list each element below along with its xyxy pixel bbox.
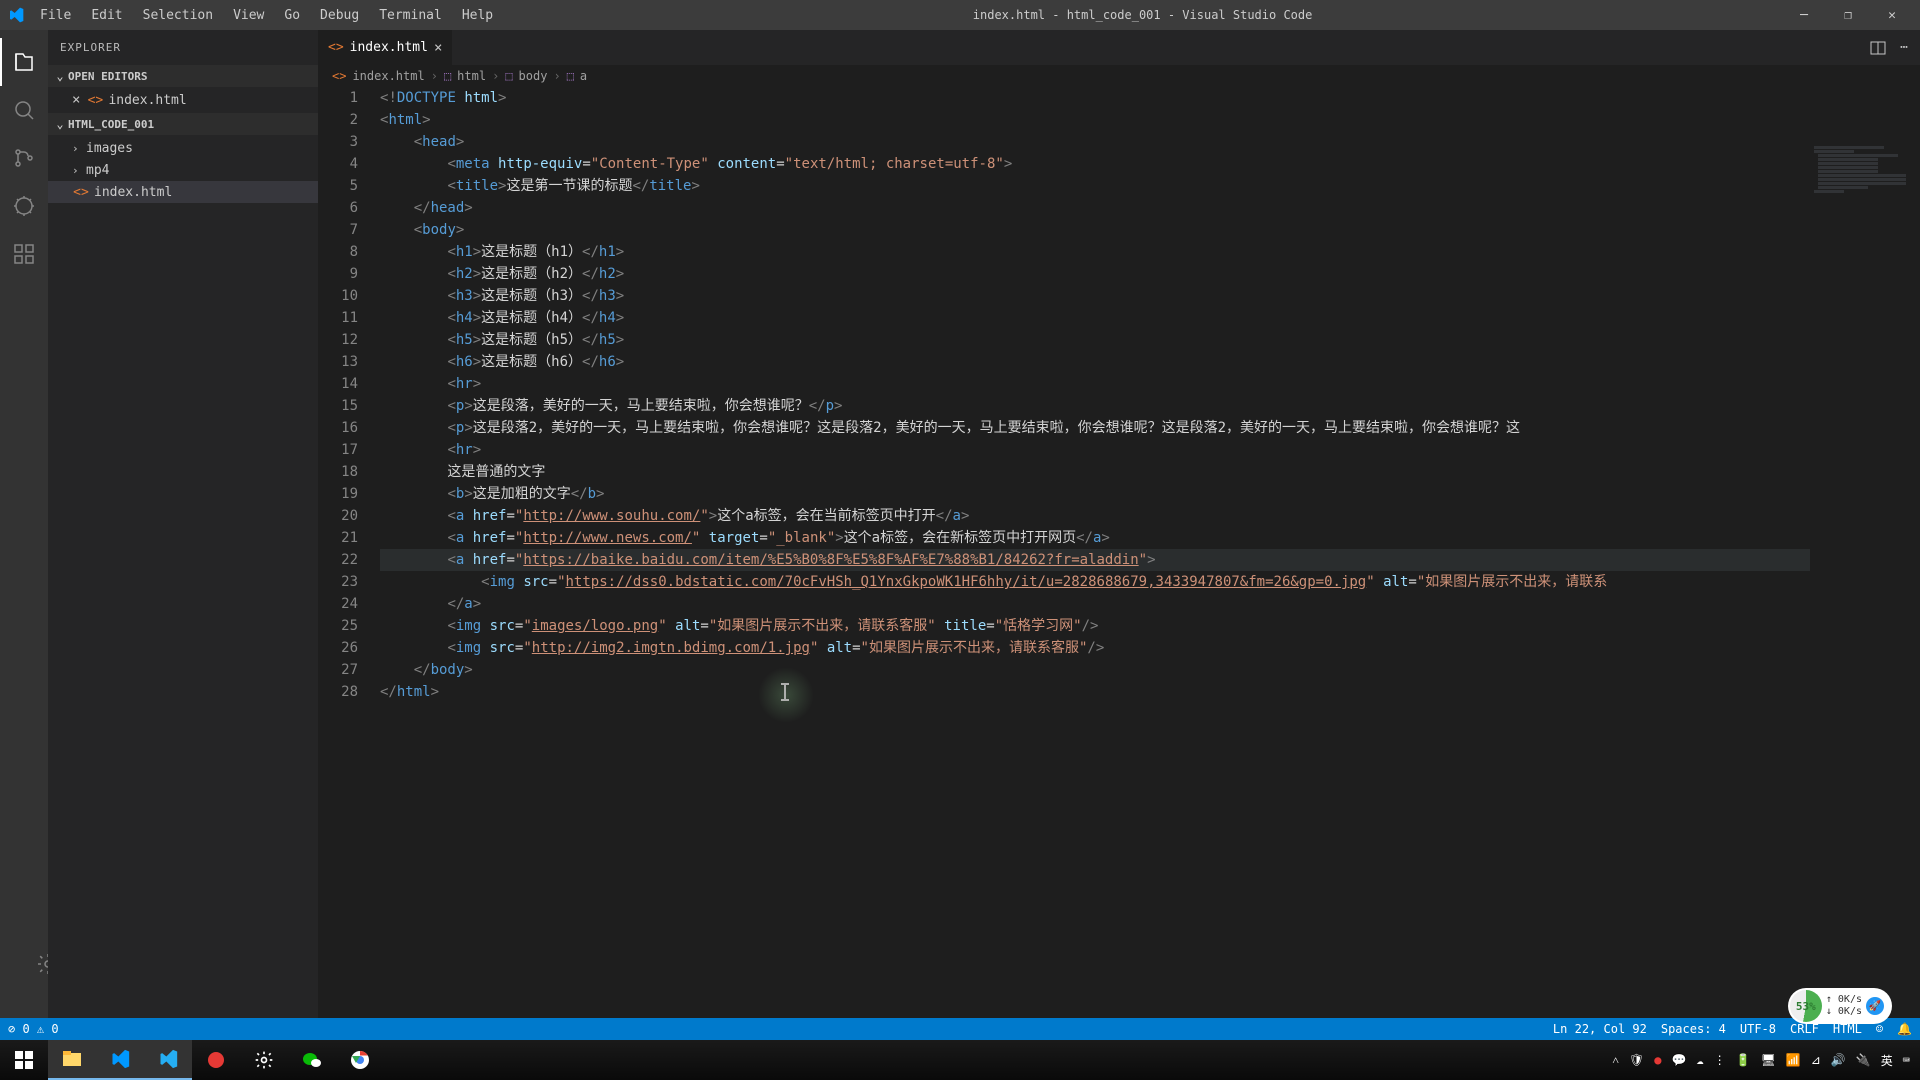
extensions-icon[interactable] xyxy=(0,230,48,278)
text-cursor-icon xyxy=(784,683,786,701)
taskbar-wechat-icon[interactable] xyxy=(288,1040,336,1080)
tray-volume-icon[interactable]: 🔊 xyxy=(1831,1053,1846,1067)
source-control-icon[interactable] xyxy=(0,134,48,182)
more-actions-icon[interactable]: ⋯ xyxy=(1900,40,1908,55)
status-encoding[interactable]: UTF-8 xyxy=(1740,1022,1776,1036)
status-feedback-icon[interactable]: ☺ xyxy=(1876,1022,1883,1036)
perf-percent: 53% xyxy=(1790,990,1822,1022)
close-button[interactable]: ✕ xyxy=(1872,8,1912,23)
explorer-icon[interactable] xyxy=(0,38,48,86)
menu-selection[interactable]: Selection xyxy=(135,4,221,27)
taskbar-settings-icon[interactable] xyxy=(240,1040,288,1080)
tray-record-icon[interactable]: ● xyxy=(1654,1053,1661,1067)
element-icon: ⬚ xyxy=(567,69,574,83)
status-lang[interactable]: HTML xyxy=(1833,1022,1862,1036)
tray-ime[interactable]: 英 xyxy=(1881,1052,1893,1069)
menu-help[interactable]: Help xyxy=(454,4,501,27)
sidebar: EXPLORER ⌄OPEN EDITORS ×<>index.html ⌄HT… xyxy=(48,30,318,1040)
tray-battery-icon[interactable]: 🔋 xyxy=(1736,1053,1751,1067)
element-icon: ⬚ xyxy=(505,69,512,83)
window-title: index.html - html_code_001 - Visual Stud… xyxy=(501,8,1784,22)
html-file-icon: <> xyxy=(328,40,344,55)
start-button[interactable] xyxy=(0,1040,48,1080)
tray-keyboard-icon[interactable]: ⌨ xyxy=(1903,1053,1910,1067)
perf-upload: ↑ 0K/s xyxy=(1826,994,1862,1006)
code-editor[interactable]: 1234567891011121314151617181920212223242… xyxy=(318,87,1920,1040)
tray-power-icon[interactable]: 🔌 xyxy=(1856,1053,1871,1067)
status-spaces[interactable]: Spaces: 4 xyxy=(1661,1022,1726,1036)
taskbar-explorer-icon[interactable] xyxy=(48,1040,96,1080)
activity-bar: 1 xyxy=(0,30,48,1040)
status-bell-icon[interactable]: 🔔 xyxy=(1897,1022,1912,1036)
tab-bar: <>index.html× ⋯ xyxy=(318,30,1920,65)
tray-up-icon[interactable]: ˄ xyxy=(1612,1053,1619,1068)
menu-view[interactable]: View xyxy=(225,4,272,27)
open-editors-section[interactable]: ⌄OPEN EDITORS xyxy=(48,65,318,87)
status-eol[interactable]: CRLF xyxy=(1790,1022,1819,1036)
tray-monitor-icon[interactable]: 🖥 xyxy=(1761,1053,1776,1067)
windows-taskbar: ˄ 🛡 ● 💬 ☁ ⋮ 🔋 🖥 📶 ⊿ 🔊 🔌 英 ⌨ xyxy=(0,1040,1920,1080)
close-icon[interactable]: × xyxy=(72,92,80,108)
tray-wechat-icon[interactable]: 💬 xyxy=(1671,1053,1686,1067)
performance-widget[interactable]: 53% ↑ 0K/s ↓ 0K/s 🚀 xyxy=(1788,988,1892,1024)
menu-terminal[interactable]: Terminal xyxy=(371,4,450,27)
editor-area: <>index.html× ⋯ <>index.html› ⬚html› ⬚bo… xyxy=(318,30,1920,1040)
close-icon[interactable]: × xyxy=(434,40,442,56)
minimap[interactable] xyxy=(1810,144,1906,244)
perf-download: ↓ 0K/s xyxy=(1826,1006,1862,1018)
line-gutter: 1234567891011121314151617181920212223242… xyxy=(318,87,376,1040)
taskbar-vscode-icon[interactable] xyxy=(96,1040,144,1080)
cursor-highlight xyxy=(758,667,814,723)
taskbar-record-icon[interactable] xyxy=(192,1040,240,1080)
tree-folder-images[interactable]: ›images xyxy=(48,137,318,159)
split-editor-icon[interactable] xyxy=(1870,40,1886,56)
minimize-button[interactable]: ─ xyxy=(1784,8,1824,23)
taskbar-vscode2-icon[interactable] xyxy=(144,1040,192,1080)
tray-wifi-icon[interactable]: ⊿ xyxy=(1811,1053,1821,1067)
breadcrumb[interactable]: <>index.html› ⬚html› ⬚body› ⬚a xyxy=(318,65,1920,87)
tab-index-html[interactable]: <>index.html× xyxy=(318,30,453,65)
tray-network-icon[interactable]: 📶 xyxy=(1786,1053,1801,1067)
folder-section[interactable]: ⌄HTML_CODE_001 xyxy=(48,113,318,135)
status-ln-col[interactable]: Ln 22, Col 92 xyxy=(1553,1022,1647,1036)
taskbar-chrome-icon[interactable] xyxy=(336,1040,384,1080)
menu-go[interactable]: Go xyxy=(276,4,308,27)
system-tray[interactable]: ˄ 🛡 ● 💬 ☁ ⋮ 🔋 🖥 📶 ⊿ 🔊 🔌 英 ⌨ xyxy=(1602,1052,1920,1069)
tray-cloud-icon[interactable]: ☁ xyxy=(1696,1053,1703,1067)
perf-rocket-icon[interactable]: 🚀 xyxy=(1866,997,1884,1015)
status-bar: ⊘ 0 ⚠ 0 Ln 22, Col 92 Spaces: 4 UTF-8 CR… xyxy=(0,1018,1920,1040)
status-errors[interactable]: ⊘ 0 ⚠ 0 xyxy=(8,1022,59,1036)
sidebar-header: EXPLORER xyxy=(48,30,318,65)
tray-more-icon[interactable]: ⋮ xyxy=(1714,1053,1726,1067)
titlebar: File Edit Selection View Go Debug Termin… xyxy=(0,0,1920,30)
search-icon[interactable] xyxy=(0,86,48,134)
tree-folder-mp4[interactable]: ›mp4 xyxy=(48,159,318,181)
element-icon: ⬚ xyxy=(444,69,451,83)
menu-file[interactable]: File xyxy=(32,4,79,27)
code-lines[interactable]: <!DOCTYPE html><html> <head> <meta http-… xyxy=(380,87,1810,1040)
menu-bar: File Edit Selection View Go Debug Termin… xyxy=(32,4,501,27)
tree-file-index[interactable]: <>index.html xyxy=(48,181,318,203)
menu-edit[interactable]: Edit xyxy=(83,4,130,27)
open-editor-item[interactable]: ×<>index.html xyxy=(48,89,318,111)
menu-debug[interactable]: Debug xyxy=(312,4,367,27)
html-file-icon: <> xyxy=(332,69,346,83)
debug-icon[interactable] xyxy=(0,182,48,230)
tray-security-icon[interactable]: 🛡 xyxy=(1629,1053,1644,1067)
vscode-logo-icon xyxy=(8,7,24,23)
maximize-button[interactable]: ❐ xyxy=(1828,8,1868,23)
